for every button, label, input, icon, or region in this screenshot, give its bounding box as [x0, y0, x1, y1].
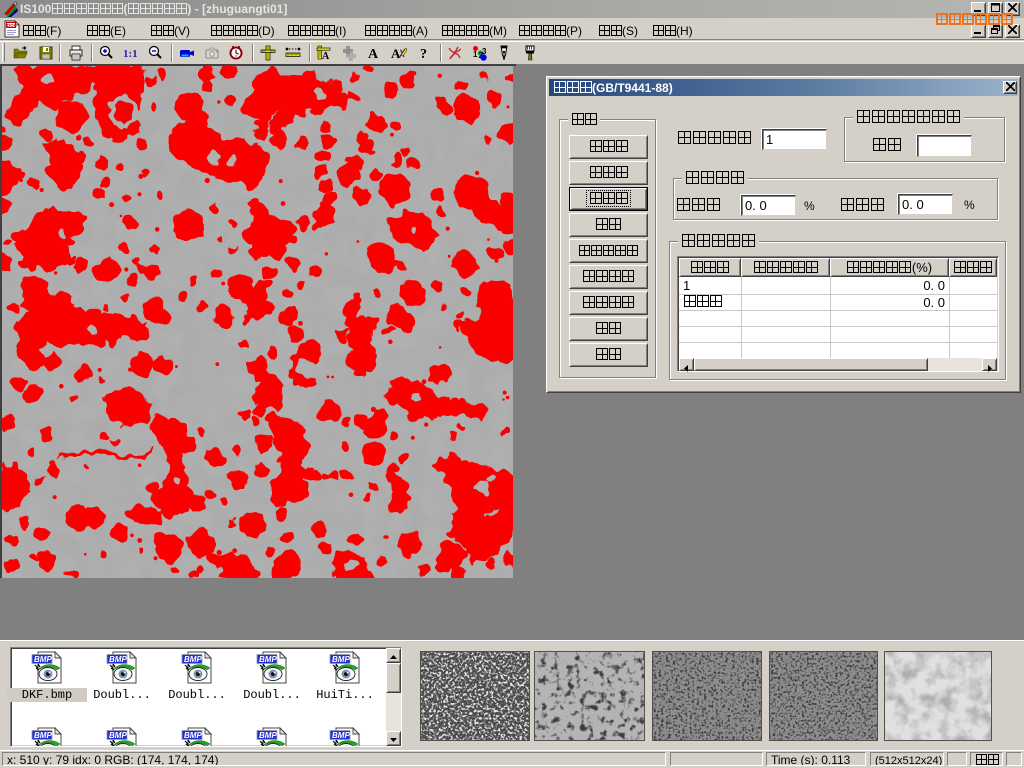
svg-text:BMP: BMP: [34, 731, 52, 740]
svg-text:?: ?: [420, 47, 427, 61]
svg-text:BMP: BMP: [259, 731, 277, 740]
svg-text:BMP: BMP: [332, 655, 350, 664]
svg-text:1: 1: [473, 50, 478, 59]
svg-text:BMP: BMP: [34, 655, 52, 664]
svg-text:1:1: 1:1: [123, 48, 138, 60]
svg-text:BMP: BMP: [184, 655, 202, 664]
svg-text:A: A: [391, 46, 401, 61]
svg-text:A: A: [368, 47, 379, 61]
svg-text:A: A: [322, 51, 330, 61]
svg-text:3: 3: [482, 47, 487, 56]
svg-text:BMP: BMP: [259, 655, 277, 664]
svg-text:DOC: DOC: [7, 23, 18, 28]
svg-text:BMP: BMP: [332, 731, 350, 740]
svg-text:BMP: BMP: [109, 655, 127, 664]
svg-text:BMP: BMP: [184, 731, 202, 740]
svg-text:BMP: BMP: [109, 731, 127, 740]
